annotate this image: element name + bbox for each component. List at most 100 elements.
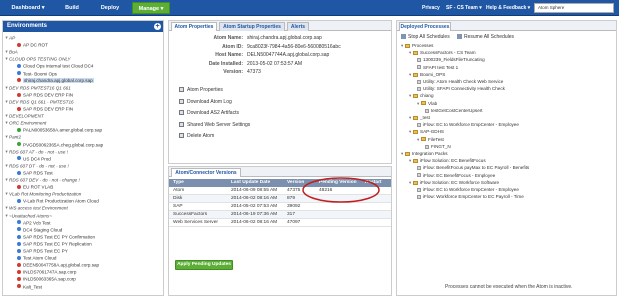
- action-icon: [179, 133, 184, 139]
- column-header[interactable]: Last Update Date: [231, 179, 270, 187]
- apply-pending-updates-button[interactable]: Apply Pending Updates: [175, 260, 233, 270]
- environment-group[interactable]: ▾ WS access test Environment: [5, 204, 165, 211]
- tab-atom-startup-properties[interactable]: Atom Startup Properties: [219, 22, 285, 31]
- environment-group[interactable]: ▾ DEVELOPMENT: [5, 112, 165, 119]
- environment-group[interactable]: ▾ RDS 607 DEV - do - not - change !: [5, 176, 165, 183]
- atom-action-link[interactable]: Delete Atom: [179, 133, 214, 140]
- atom-action-link[interactable]: Atom Properties: [179, 87, 223, 94]
- privacy-link[interactable]: Privacy: [422, 2, 440, 14]
- atom-item[interactable]: SAP RDS Test EC PY: [5, 247, 165, 254]
- field-value: shiraj.chandra.apj.global.corp.sap: [247, 35, 322, 41]
- nav-deploy[interactable]: Deploy: [94, 2, 126, 14]
- atom-item[interactable]: SAP RDS DEV ERP FIN: [5, 105, 165, 112]
- action-label: Atom Properties: [187, 87, 223, 93]
- process-item[interactable]: iFlow: EC to Workforce EmpCenter - Emplo…: [401, 186, 519, 193]
- atom-item[interactable]: V-Lab Rot Productization Atom Cloud: [5, 197, 165, 204]
- environment-group[interactable]: ▾ DEV RDS Q1 661 - PMTEST16: [5, 98, 165, 105]
- environment-group[interactable]: ▾ RDS 607 DT - do - not - use !: [5, 162, 165, 169]
- nav-build[interactable]: Build: [56, 2, 88, 14]
- environment-group[interactable]: ▾ BoA: [5, 48, 165, 55]
- atom-action-link[interactable]: Shared Web Server Settings: [179, 122, 250, 129]
- atom-item[interactable]: SAP RDS Test EC PY Confirmation: [5, 233, 165, 240]
- atom-item[interactable]: SAP RDS Test: [5, 169, 165, 176]
- environment-group[interactable]: ▾ ORC Environment: [5, 119, 165, 126]
- environment-group[interactable]: ▾ CLOUD OPS TESTING ONLY: [5, 55, 165, 62]
- environment-group[interactable]: ▾ AP: [5, 34, 165, 41]
- environment-group[interactable]: ▾ Pant2: [5, 133, 165, 140]
- folder-icon: [421, 137, 426, 142]
- atom-item[interactable]: EU ROT VLAB: [5, 183, 165, 190]
- field-label: Version:: [223, 69, 243, 75]
- add-environment-icon[interactable]: +: [154, 23, 161, 30]
- environment-group[interactable]: ▾ DEV RDS PMTEST16 Q1 661: [5, 84, 165, 91]
- process-folder[interactable]: ▾ iFlow Solution: EC Workforce Software: [401, 179, 499, 186]
- process-item[interactable]: iFlow: EC to Workforce EmpCenter - Emplo…: [401, 121, 519, 128]
- nav-dashboard[interactable]: Dashboard ▾: [6, 2, 50, 14]
- process-item[interactable]: Utility: Atom Health Check Web Service: [401, 78, 503, 85]
- account-search-input[interactable]: Atom Sphere: [534, 3, 614, 13]
- resume-all-schedules-button[interactable]: Resume All Schedules: [457, 33, 514, 41]
- atom-item[interactable]: Cloud Ops internal test Cloud DC4: [5, 62, 165, 69]
- process-folder[interactable]: ▾ chiang: [401, 92, 434, 99]
- process-item[interactable]: SFAPI test Test 1: [401, 64, 458, 71]
- atom-item[interactable]: INLDS7061747A.sap.corp: [5, 268, 165, 275]
- tab-deployed-processes[interactable]: Deployed Processes: [399, 22, 451, 31]
- atom-status-icon: [17, 156, 21, 161]
- tab-alerts[interactable]: Alerts: [287, 22, 309, 31]
- environment-group[interactable]: ▾ RDS 607 AT - do - not - use !: [5, 148, 165, 155]
- tab-atom-properties[interactable]: Atom Properties: [171, 22, 217, 31]
- process-folder[interactable]: ▾ _test: [401, 114, 430, 121]
- process-item[interactable]: Utility: SFAPI Connectivity Health Check: [401, 85, 505, 92]
- environment-label: Pant2: [9, 134, 22, 140]
- process-folder[interactable]: ▾ FileTest: [401, 136, 444, 143]
- process-item[interactable]: iFlow: Workforce EmpCenter to EC Payroll…: [401, 193, 524, 200]
- atom-item[interactable]: AP2 Vcb Test: [5, 219, 165, 226]
- environment-group[interactable]: ▾ VLab Rot Monitoring Productization: [5, 190, 165, 197]
- help-feedback-menu[interactable]: Help & Feedback ▾: [486, 2, 530, 14]
- atom-item[interactable]: DC4 Staging Cloud: [5, 226, 165, 233]
- environment-label: shiraj.chandra.apj.global.corp.sap: [23, 77, 94, 83]
- atom-item[interactable]: INLD50063365A.sap.corp: [5, 275, 165, 282]
- table-cell-type: SAP: [173, 204, 183, 209]
- process-item[interactable]: iFlow: EC BenefitFocus - Employee: [401, 172, 495, 179]
- table-row[interactable]: Web Services Server 2014-06-02 08:16 AM 47…: [169, 219, 391, 227]
- process-folder[interactable]: ▾ iFlow Solution: EC BenefitFocus: [401, 157, 486, 164]
- nav-manage[interactable]: Manage ▾: [132, 2, 170, 14]
- atom-item[interactable]: Test- Boomi Ops: [5, 70, 165, 77]
- table-row[interactable]: SuccessFactors 2014-06-19 07:36 AM 317: [169, 211, 391, 219]
- atom-item[interactable]: SAP RDS DEV ERP FIN: [5, 91, 165, 98]
- process-item[interactable]: iFlow: BenefitFocus payMax to EC Payroll…: [401, 164, 529, 171]
- atom-item[interactable]: DEEN50047758A.apj.global.corp.sap: [5, 261, 165, 268]
- atom-item[interactable]: AP DC ROT: [5, 41, 165, 48]
- tab-atom-connector-versions[interactable]: Atom/Connector Versions: [171, 168, 241, 177]
- process-label: Vlab: [428, 100, 438, 106]
- process-icon: [417, 173, 421, 178]
- process-item[interactable]: FINGT_N: [401, 143, 451, 150]
- process-item[interactable]: 1300239_FieldsFileTruncating: [401, 56, 485, 63]
- atom-item[interactable]: US DC4 Prod: [5, 155, 165, 162]
- atom-item[interactable]: SAP RDS Test EC PY Replication: [5, 240, 165, 247]
- atom-item[interactable]: PALN00053658A.amer.global.corp.sap: [5, 126, 165, 133]
- process-label: iFlow: EC to Workforce EmpCenter - Emplo…: [423, 187, 519, 192]
- atom-action-link[interactable]: Download Atom Log: [179, 99, 232, 106]
- process-folder[interactable]: ▾ Integration Packs: [401, 150, 448, 157]
- process-label: Integration Packs: [412, 151, 448, 156]
- process-folder[interactable]: ▾ Vlab: [401, 100, 437, 107]
- environment-label: ~Unattached Atoms~: [9, 212, 52, 218]
- atom-action-link[interactable]: Download AS2 Artifacts: [179, 110, 239, 117]
- atom-item[interactable]: Test Atom Cloud: [5, 254, 165, 261]
- stop-all-schedules-button[interactable]: Stop All Schedules: [401, 33, 450, 41]
- environment-group[interactable]: ▾ ~Unattached Atoms~: [5, 212, 165, 219]
- process-folder[interactable]: ▾ SAP-GDHS: [401, 128, 444, 135]
- field-label: Date Installed:: [208, 60, 243, 67]
- tenant-selector[interactable]: SF - CS Team ▾: [446, 2, 482, 14]
- process-folder[interactable]: ▾ Processes: [401, 42, 433, 49]
- atom-item[interactable]: Kalt_Test: [5, 283, 165, 290]
- process-folder[interactable]: ▾ Boomi_OPS: [401, 71, 445, 78]
- column-header[interactable]: Type: [173, 179, 184, 187]
- atom-item[interactable]: shiraj.chandra.apj.global.corp.sap: [5, 77, 165, 84]
- process-folder[interactable]: ▾ SuccessFactors - CS Team: [401, 49, 476, 56]
- process-item[interactable]: testGetCostCenterUpsert: [401, 107, 483, 114]
- folder-icon: [405, 151, 410, 156]
- atom-item[interactable]: PVGD50062365A.cheg.global.corp.sap: [5, 141, 165, 148]
